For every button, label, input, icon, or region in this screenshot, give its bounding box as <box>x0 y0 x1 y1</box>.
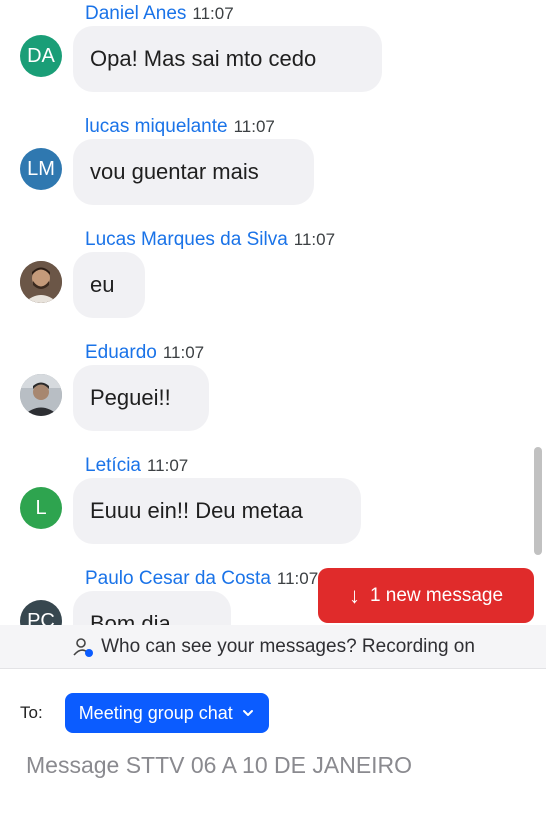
avatar-initials: L <box>35 496 47 519</box>
avatar[interactable]: DA <box>20 35 62 77</box>
arrow-down-icon: ↓ <box>348 582 360 608</box>
chat-scrollbar[interactable] <box>530 0 546 625</box>
scrollbar-thumb[interactable] <box>534 447 542 555</box>
message-header: Paulo Cesar da Costa 11:07 <box>85 568 318 590</box>
privacy-notice[interactable]: Who can see your messages? Recording on <box>0 625 546 668</box>
message-time: 11:07 <box>162 343 205 362</box>
message-text: Peguei!! <box>90 385 171 410</box>
message-text: Euuu ein!! Deu metaa <box>90 498 303 523</box>
new-message-button[interactable]: ↓ 1 new message <box>318 568 534 623</box>
avatar-photo[interactable] <box>20 261 62 303</box>
avatar-initials: LM <box>27 157 55 180</box>
sender-name[interactable]: Lucas Marques da Silva <box>85 229 288 250</box>
person-photo-icon <box>20 374 62 416</box>
message-text: Bom dia <box>90 611 171 625</box>
message-input[interactable] <box>26 745 526 785</box>
new-message-label: 1 new message <box>369 584 504 606</box>
message-header: Eduardo 11:07 <box>85 342 204 364</box>
message-bubble[interactable]: Peguei!! <box>73 365 209 431</box>
message-header: lucas miquelante 11:07 <box>85 116 275 138</box>
message-bubble[interactable]: vou guentar mais <box>73 139 314 205</box>
message-bubble[interactable]: Euuu ein!! Deu metaa <box>73 478 361 544</box>
message-text: vou guentar mais <box>90 159 259 184</box>
message-header: Daniel Anes 11:07 <box>85 3 234 25</box>
message-time: 11:07 <box>146 456 189 475</box>
person-lock-icon <box>73 637 94 657</box>
avatar-initials: DA <box>27 44 55 67</box>
recipient-selected: Meeting group chat <box>78 702 233 723</box>
recipient-row: To: Meeting group chat <box>20 693 269 733</box>
message-text: eu <box>90 272 115 297</box>
chevron-down-icon <box>242 710 253 716</box>
sender-name[interactable]: lucas miquelante <box>85 116 228 137</box>
chat-message-list[interactable]: Daniel Anes 11:07 DA Opa! Mas sai mto ced… <box>0 0 546 625</box>
avatar-initials: PC <box>27 609 55 626</box>
message-header: Letícia 11:07 <box>85 455 188 477</box>
privacy-notice-text: Who can see your messages? Recording on <box>101 635 475 657</box>
avatar[interactable]: L <box>20 487 62 529</box>
avatar[interactable]: LM <box>20 148 62 190</box>
divider <box>0 668 546 669</box>
avatar[interactable]: PC <box>20 600 62 625</box>
message-time: 11:07 <box>293 230 336 249</box>
message-bubble[interactable]: Bom dia <box>73 591 231 625</box>
person-photo-icon <box>20 261 62 303</box>
sender-name[interactable]: Daniel Anes <box>85 3 186 24</box>
message-time: 11:07 <box>276 569 319 588</box>
recipient-label: To: <box>20 703 43 722</box>
sender-name[interactable]: Letícia <box>85 455 141 476</box>
message-header: Lucas Marques da Silva 11:07 <box>85 229 335 251</box>
avatar-photo[interactable] <box>20 374 62 416</box>
sender-name[interactable]: Eduardo <box>85 342 157 363</box>
message-bubble[interactable]: Opa! Mas sai mto cedo <box>73 26 382 92</box>
recipient-dropdown[interactable]: Meeting group chat <box>64 693 269 733</box>
sender-name[interactable]: Paulo Cesar da Costa <box>85 568 271 589</box>
message-text: Opa! Mas sai mto cedo <box>90 46 317 71</box>
message-bubble[interactable]: eu <box>73 252 145 318</box>
message-time: 11:07 <box>233 117 275 136</box>
message-time: 11:07 <box>192 4 234 23</box>
